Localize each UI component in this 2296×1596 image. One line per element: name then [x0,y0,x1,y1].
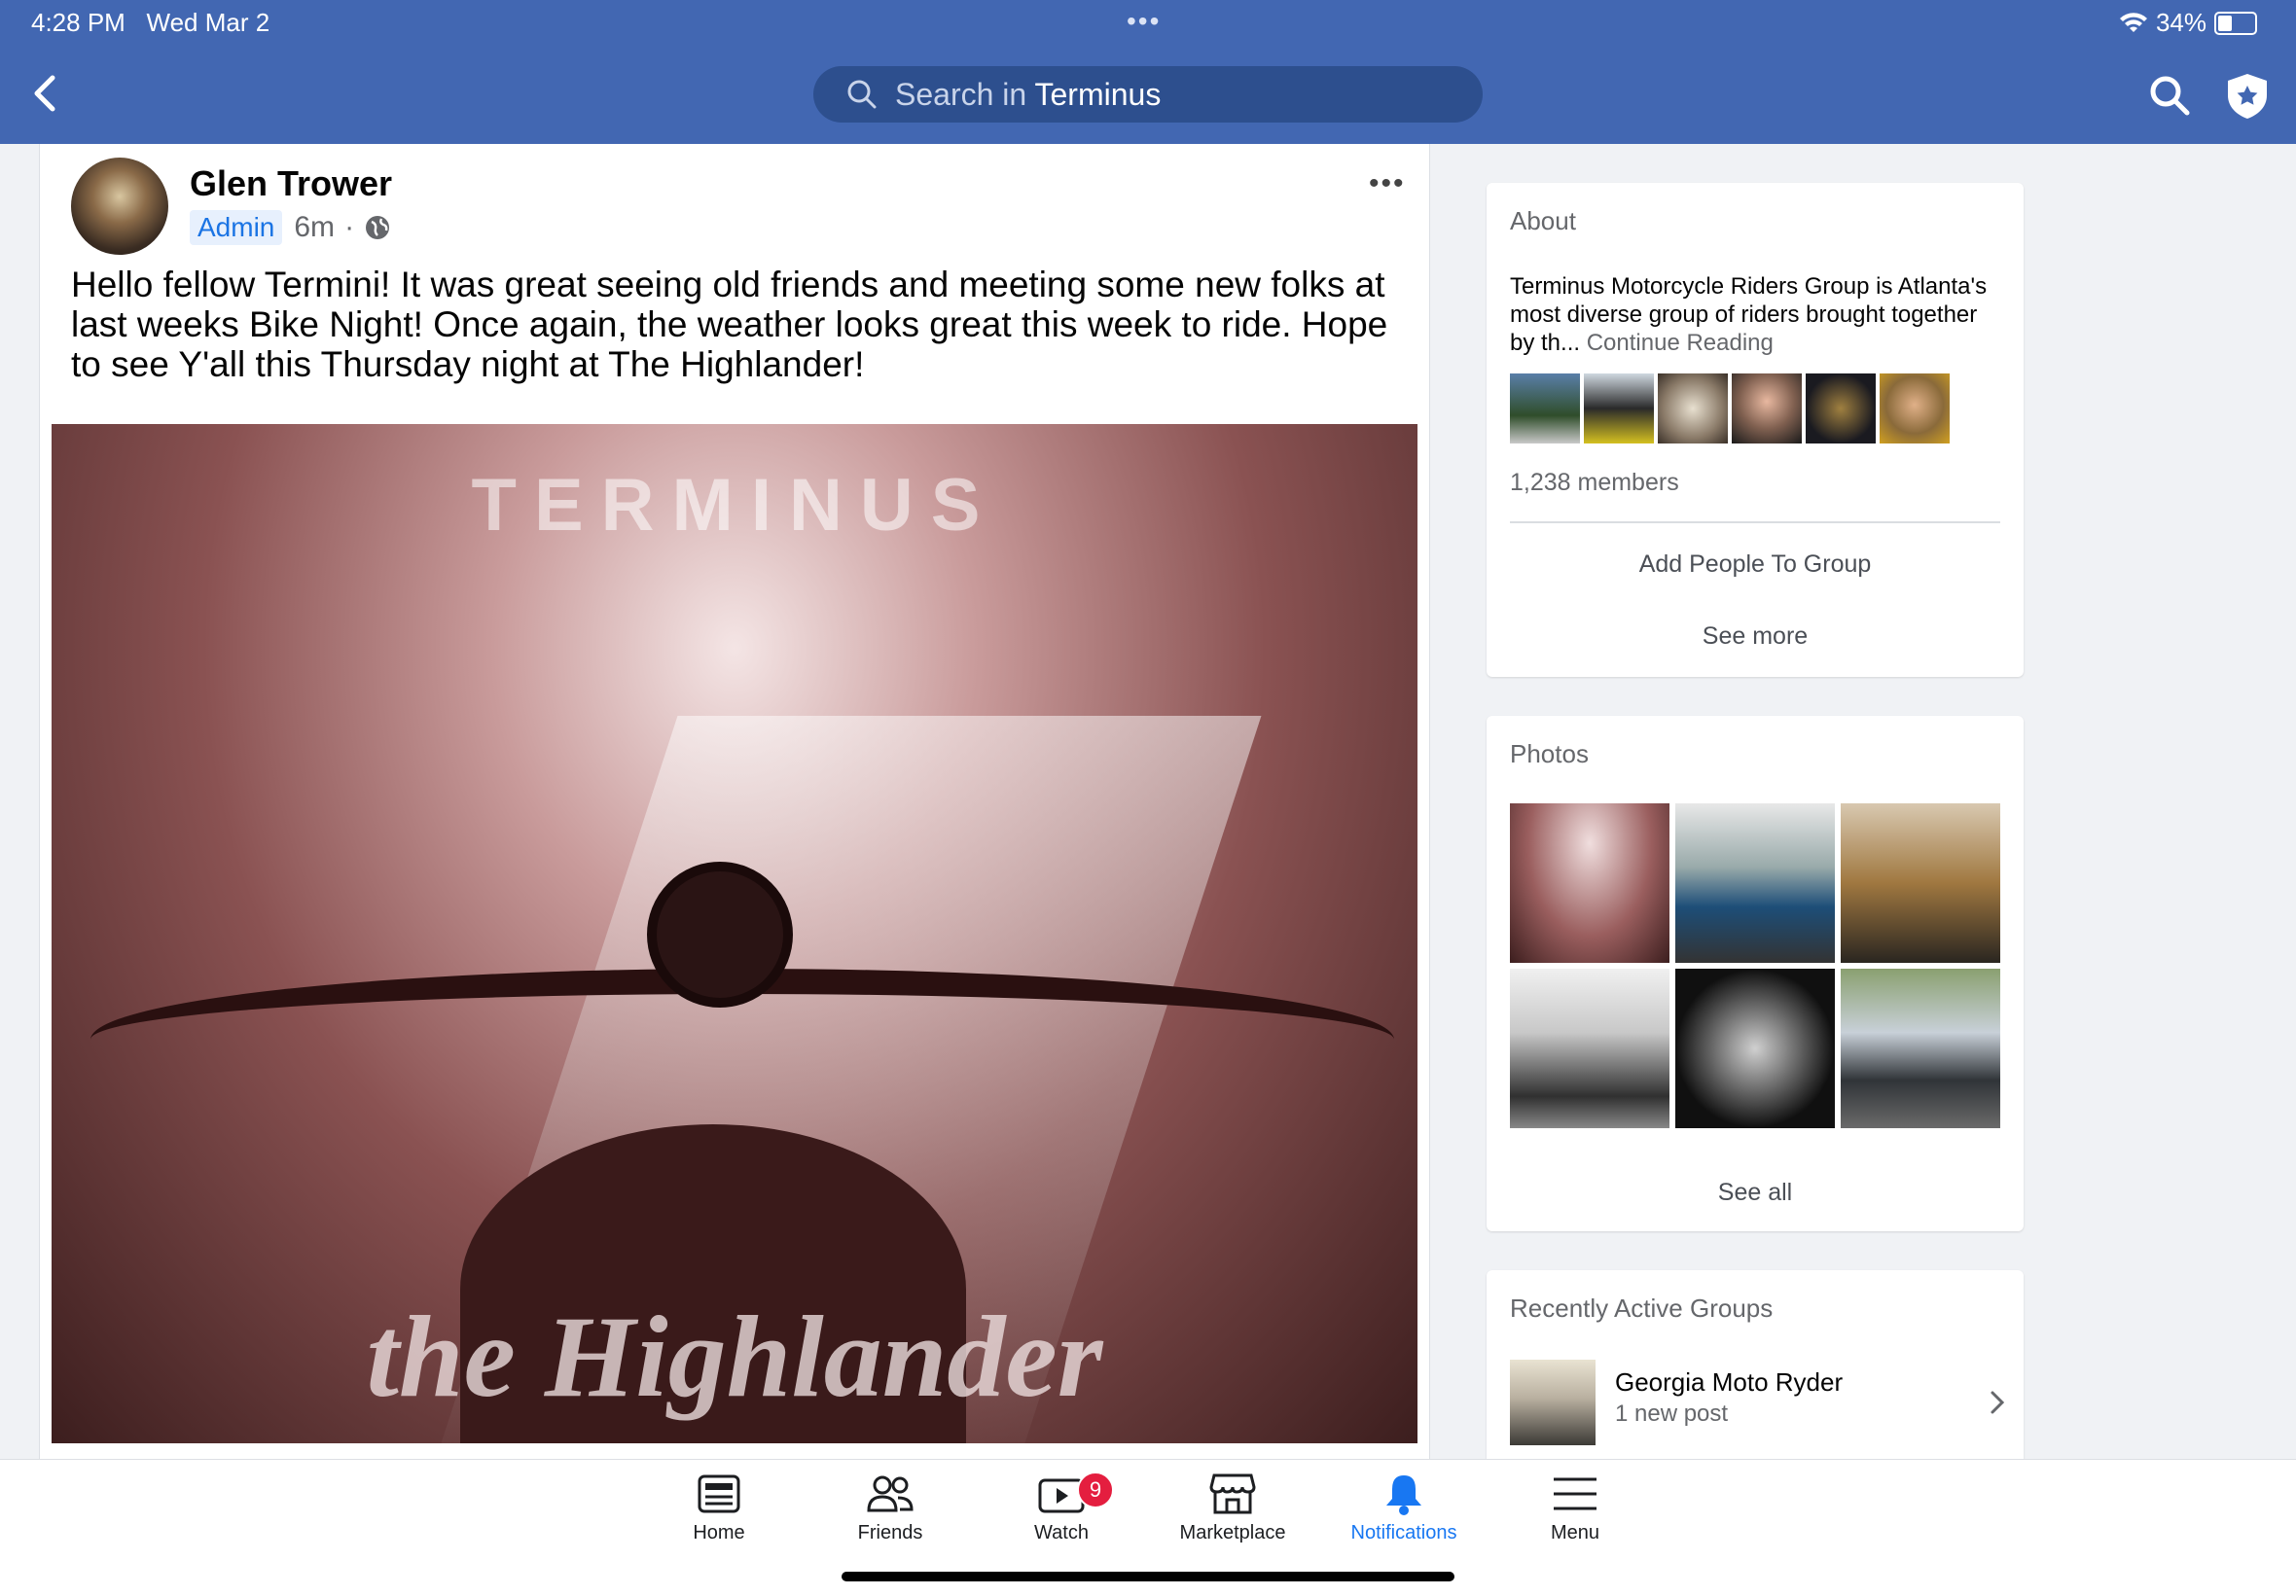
see-more-button[interactable]: See more [1487,622,2024,651]
member-avatar[interactable] [1510,373,1580,443]
bell-icon [1386,1475,1421,1515]
top-navigation-bar: 4:28 PM Wed Mar 2 ••• 34% Search in Term… [0,0,2296,144]
photos-card: Photos See all [1487,716,2024,1231]
group-post: Glen Trower Admin 6m · ••• Hello fellow … [39,144,1430,1459]
tab-menu[interactable]: Menu [1489,1472,1661,1544]
search-icon [847,80,877,109]
tab-marketplace[interactable]: Marketplace [1147,1472,1318,1544]
search-prefix: Search in [895,76,1027,112]
terminus-poster-image: TERMINUS the Highlander [52,424,1417,1443]
globe-icon [366,216,390,239]
recent-groups-title: Recently Active Groups [1510,1294,1774,1323]
member-avatar[interactable] [1584,373,1654,443]
about-card: About Terminus Motorcycle Riders Group i… [1487,183,2024,677]
photos-title: Photos [1510,739,1589,768]
photo-thumbnail[interactable] [1675,803,1835,963]
search-icon [2150,76,2190,116]
photo-thumbnail[interactable] [1510,803,1669,963]
photo-thumbnail[interactable] [1841,969,2000,1128]
group-thumbnail [1510,1360,1596,1445]
admin-tools-button[interactable] [2224,72,2271,125]
tab-menu-label: Menu [1550,1522,1600,1543]
see-all-photos-button[interactable]: See all [1487,1179,2024,1207]
tab-notifications[interactable]: Notifications [1318,1472,1489,1544]
about-title: About [1510,206,1576,235]
home-indicator-bar[interactable] [842,1572,1454,1581]
tab-friends-label: Friends [857,1522,923,1543]
continue-reading-link[interactable]: Continue Reading [1587,330,1774,356]
poster-venue-text: the Highlander [366,1292,1103,1421]
about-description: Terminus Motorcycle Riders Group is Atla… [1510,272,2006,357]
member-avatar[interactable] [1806,373,1876,443]
chevron-left-icon [34,75,55,112]
status-clock: 4:28 PM [31,8,126,37]
tab-marketplace-label: Marketplace [1179,1522,1286,1543]
photo-grid [1510,803,2000,1128]
photo-thumbnail[interactable] [1675,969,1835,1128]
tab-friends[interactable]: Friends [805,1472,976,1544]
home-feed-icon [698,1474,740,1513]
add-people-button[interactable]: Add People To Group [1487,550,2024,579]
chevron-right-icon [1991,1391,2005,1414]
member-thumbnails[interactable] [1510,373,1950,443]
group-search-input[interactable]: Search in Terminus [813,66,1483,123]
shield-star-icon [2228,74,2267,119]
tab-watch[interactable]: 9 Watch [976,1472,1147,1544]
admin-badge: Admin [190,210,283,245]
status-time: 4:28 PM Wed Mar 2 [31,8,269,38]
about-divider [1510,521,2000,523]
poster-title-text: TERMINUS [471,464,998,547]
post-options-button[interactable]: ••• [1369,167,1406,200]
header-search-button[interactable] [2148,74,2191,122]
post-photo[interactable]: TERMINUS the Highlander [40,412,1429,1455]
status-date: Wed Mar 2 [146,8,270,37]
author-avatar[interactable] [71,158,168,255]
status-indicators: 34% [2119,8,2257,38]
photo-thumbnail[interactable] [1510,969,1669,1128]
speedometer-graphic [647,862,793,1008]
post-body-text: Hello fellow Termini! It was great seein… [71,265,1388,384]
tab-home-label: Home [693,1522,745,1543]
group-name: Georgia Moto Ryder [1615,1367,1844,1397]
member-avatar[interactable] [1658,373,1728,443]
post-timestamp[interactable]: 6m [294,211,335,244]
group-activity: 1 new post [1615,1401,1729,1427]
hamburger-menu-icon [1554,1477,1596,1510]
watch-notification-badge: 9 [1077,1472,1114,1508]
wifi-icon [2119,12,2147,32]
battery-percentage: 34% [2155,8,2206,37]
friends-icon [867,1475,914,1512]
multitasking-dots-icon[interactable]: ••• [1127,6,1161,37]
member-avatar[interactable] [1732,373,1802,443]
marketplace-store-icon [1209,1473,1256,1514]
meta-separator: · [344,211,355,243]
post-meta: Admin 6m · [190,210,391,245]
recent-groups-card: Recently Active Groups Georgia Moto Ryde… [1487,1270,2024,1459]
back-button[interactable] [29,74,62,113]
tab-home[interactable]: Home [633,1472,805,1544]
search-placeholder: Search in Terminus [895,77,1161,113]
tab-notifications-label: Notifications [1350,1522,1457,1543]
post-author-name[interactable]: Glen Trower [190,163,392,204]
photo-thumbnail[interactable] [1841,803,2000,963]
group-list-item[interactable]: Georgia Moto Ryder 1 new post [1510,1360,2006,1447]
battery-icon [2214,11,2257,35]
search-group-name: Terminus [1034,76,1162,112]
member-count[interactable]: 1,238 members [1510,469,1679,497]
member-avatar[interactable] [1880,373,1950,443]
tab-watch-label: Watch [1034,1522,1089,1543]
